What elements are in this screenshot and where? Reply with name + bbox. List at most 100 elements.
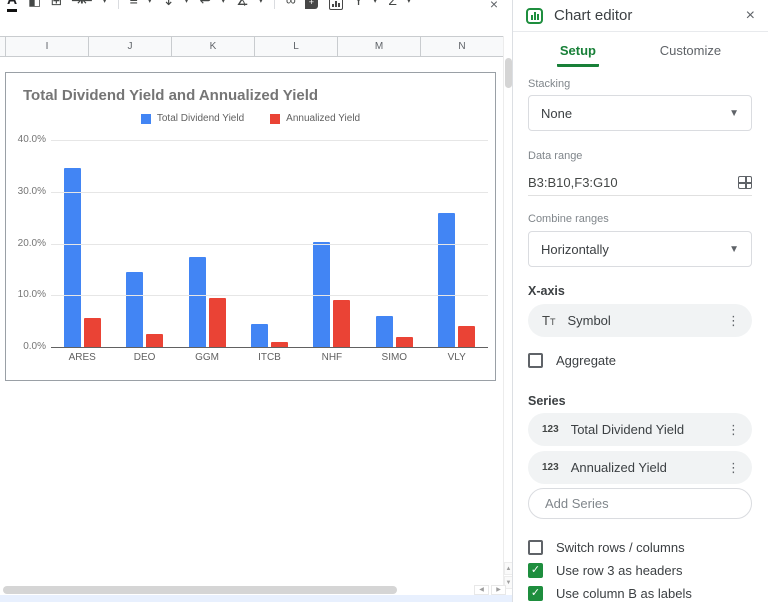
- functions-icon[interactable]: Σ: [388, 0, 397, 13]
- y-tick-label: 40.0%: [17, 134, 46, 145]
- panel-header: Chart editor ×: [513, 0, 768, 32]
- column-header-M[interactable]: M: [338, 37, 421, 56]
- stacking-label: Stacking: [528, 78, 571, 90]
- bar[interactable]: [188, 257, 206, 347]
- scroll-left-icon[interactable]: ◀: [474, 585, 489, 595]
- checkbox-checked[interactable]: ✓: [528, 585, 543, 601]
- x-axis-value: Symbol: [567, 313, 611, 328]
- insert-comment-icon[interactable]: +: [304, 0, 318, 9]
- chevron-down-icon[interactable]: ▾: [407, 0, 411, 5]
- column-header-L[interactable]: L: [255, 37, 338, 56]
- add-series-label: Add Series: [545, 496, 609, 511]
- checkbox-label: Use column B as labels: [556, 585, 692, 601]
- panel-title: Chart editor: [554, 7, 633, 24]
- bar[interactable]: [63, 168, 81, 347]
- y-tick-label: 10.0%: [17, 289, 46, 300]
- bar-group-ares: [63, 168, 101, 347]
- horizontal-scrollbar-thumb[interactable]: [3, 586, 397, 594]
- chevron-down-icon[interactable]: ▾: [148, 0, 152, 5]
- bar-group-vly: [438, 213, 476, 347]
- x-tick-label: ITCB: [258, 352, 281, 363]
- column-header-K[interactable]: K: [172, 37, 255, 56]
- bar[interactable]: [333, 300, 351, 347]
- legend-swatch-icon: [140, 113, 151, 124]
- data-range-label: Data range: [528, 150, 583, 162]
- create-filter-icon[interactable]: Y: [354, 0, 363, 13]
- checkbox-row[interactable]: Switch rows / columns: [528, 539, 752, 555]
- embedded-chart[interactable]: Total Dividend Yield and Annualized Yiel…: [5, 72, 496, 381]
- aggregate-checkbox[interactable]: [528, 352, 543, 368]
- more-options-icon[interactable]: ⋮: [727, 460, 740, 476]
- bar[interactable]: [375, 316, 393, 347]
- vertical-align-icon[interactable]: ↧: [163, 0, 175, 13]
- toolbar-icon-row: A ◧ ⊞ ⇥⇤ ▾ ≡ ▾ ↧ ▾ ↩ ▾ ∡ ▾ ∞ + Y ▾ Σ ▾: [0, 0, 511, 13]
- toolbar-divider: [117, 0, 119, 9]
- column-header-I[interactable]: I: [6, 37, 89, 56]
- text-rotation-icon[interactable]: ∡: [236, 0, 248, 13]
- borders-icon[interactable]: ⊞: [50, 0, 62, 13]
- vertical-scrollbar-thumb[interactable]: [505, 58, 512, 88]
- legend-label: Total Dividend Yield: [156, 113, 245, 124]
- legend-label: Annualized Yield: [286, 113, 361, 124]
- vertical-scrollbar[interactable]: ▲ ▼: [503, 36, 513, 590]
- tab-setup-label: Setup: [556, 43, 599, 67]
- series-item[interactable]: 123 Total Dividend Yield ⋮: [528, 413, 752, 446]
- bar[interactable]: [126, 272, 144, 347]
- more-options-icon[interactable]: ⋮: [727, 422, 740, 438]
- chevron-down-icon[interactable]: ▾: [373, 0, 377, 5]
- more-options-icon[interactable]: ⋮: [727, 313, 740, 329]
- chevron-down-icon[interactable]: ▾: [221, 0, 225, 5]
- tab-setup[interactable]: Setup: [556, 42, 599, 67]
- bar[interactable]: [395, 337, 413, 347]
- column-header-N[interactable]: N: [421, 37, 504, 56]
- checkbox-label: Switch rows / columns: [556, 539, 685, 555]
- combine-ranges-select[interactable]: Horizontally ▼: [528, 231, 752, 267]
- bar[interactable]: [438, 213, 456, 347]
- checkbox-row[interactable]: ✓ Use row 3 as headers: [528, 562, 752, 578]
- add-series-button[interactable]: Add Series: [528, 488, 752, 519]
- stacking-select[interactable]: None ▼: [528, 95, 752, 131]
- bar[interactable]: [250, 324, 268, 347]
- aggregate-checkbox-row[interactable]: Aggregate: [528, 352, 752, 368]
- toolbar-close-icon[interactable]: ×: [490, 0, 498, 12]
- select-range-grid-icon[interactable]: [738, 175, 752, 189]
- merge-cells-icon[interactable]: ⇥⇤: [71, 0, 93, 13]
- column-header-row: IJKLMN: [0, 36, 504, 57]
- insert-link-icon[interactable]: ∞: [286, 0, 296, 13]
- insert-chart-icon[interactable]: [328, 0, 343, 10]
- bar-group-simo: [375, 316, 413, 347]
- checkbox[interactable]: [528, 539, 543, 555]
- data-range-input[interactable]: B3:B10,F3:G10: [528, 169, 752, 196]
- bar[interactable]: [208, 298, 226, 347]
- bar[interactable]: [83, 318, 101, 347]
- text-wrap-icon[interactable]: ↩: [200, 0, 212, 13]
- checkbox-checked[interactable]: ✓: [528, 562, 543, 578]
- bar[interactable]: [146, 334, 164, 347]
- series-item[interactable]: 123 Annualized Yield ⋮: [528, 451, 752, 484]
- gridline: [51, 140, 488, 141]
- horizontal-align-icon[interactable]: ≡: [130, 0, 138, 13]
- chart-title: Total Dividend Yield and Annualized Yiel…: [23, 87, 319, 104]
- panel-close-icon[interactable]: ×: [746, 7, 755, 25]
- text-color-icon[interactable]: A: [7, 0, 18, 12]
- chevron-down-icon[interactable]: ▾: [185, 0, 189, 5]
- horizontal-scrollbar[interactable]: ◀ ▶: [0, 585, 506, 595]
- checkbox-label: Use row 3 as headers: [556, 562, 683, 578]
- chart-editor-icon: [526, 7, 543, 24]
- chevron-down-icon[interactable]: ▾: [259, 0, 263, 5]
- bar[interactable]: [458, 326, 476, 347]
- scroll-right-icon[interactable]: ▶: [491, 585, 506, 595]
- chevron-down-icon: ▼: [729, 243, 739, 255]
- checkbox-row[interactable]: ✓ Use column B as labels: [528, 585, 752, 601]
- chevron-down-icon[interactable]: ▾: [103, 0, 107, 5]
- fill-color-icon[interactable]: ◧: [28, 0, 41, 13]
- column-header-J[interactable]: J: [89, 37, 172, 56]
- x-axis-field[interactable]: Tt Symbol ⋮: [528, 304, 752, 337]
- bar-group-itcb: [250, 324, 288, 347]
- plot-area: [51, 140, 488, 348]
- gridline: [51, 244, 488, 245]
- tab-customize[interactable]: Customize: [657, 42, 724, 67]
- gridline: [51, 192, 488, 193]
- y-tick-label: 30.0%: [17, 186, 46, 197]
- legend-swatch-icon: [270, 113, 281, 124]
